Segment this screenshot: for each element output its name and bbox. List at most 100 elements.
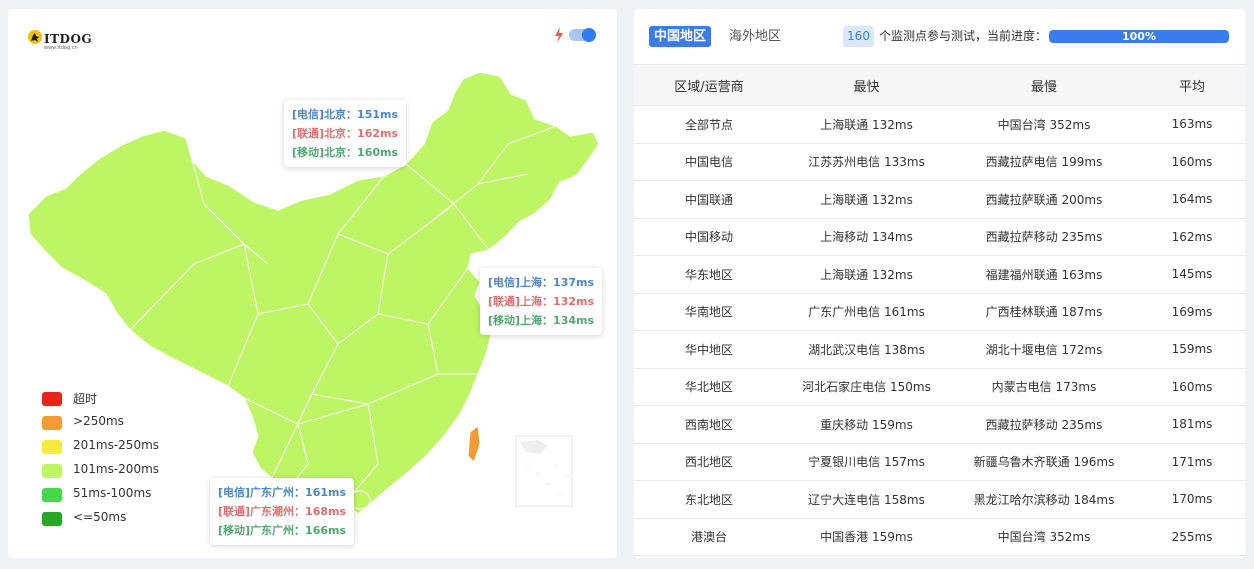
cell-average: 169ms — [1139, 293, 1245, 331]
legend-swatch — [42, 512, 62, 526]
cell-region: 中国联通 — [634, 180, 784, 219]
tooltip-shanghai: [电信]上海：137ms [联通]上海：132ms [移动]上海：134ms — [480, 268, 603, 335]
cell-fastest: 宁夏银川电信 157ms — [784, 443, 949, 481]
map-taiwan — [467, 425, 481, 463]
cell-slowest: 西藏拉萨联通 200ms — [949, 180, 1139, 219]
toggle-knob — [582, 28, 596, 42]
cell-fastest: 广东广州电信 161ms — [784, 293, 949, 331]
cell-average: 181ms — [1139, 405, 1245, 444]
progress-label: 100% — [1122, 30, 1156, 43]
cell-region: 全部节点 — [634, 105, 784, 144]
results-table: 区域/运营商 最快 最慢 平均 全部节点 上海联通 132ms 中国台湾 352ms… — [634, 64, 1245, 556]
cell-slowest: 广西桂林联通 187ms — [949, 293, 1139, 331]
tooltip-telecom: [电信]北京：151ms — [292, 108, 399, 121]
tooltip-guangzhou: [电信]广东广州：161ms [联通]广东潮州：168ms [移动]广东广州：1… — [210, 478, 355, 545]
legend-label: 51ms-100ms — [73, 486, 152, 500]
cell-region: 西北地区 — [634, 443, 784, 481]
cell-region: 华北地区 — [634, 368, 784, 406]
table-row: 中国联通 上海联通 132ms 西藏拉萨联通 200ms 164ms — [634, 180, 1245, 219]
cell-slowest: 内蒙古电信 173ms — [949, 368, 1139, 406]
cell-average: 171ms — [1139, 443, 1245, 481]
cell-average: 162ms — [1139, 218, 1245, 256]
table-row: 西北地区 宁夏银川电信 157ms 新疆乌鲁木齐联通 196ms 171ms — [634, 443, 1245, 481]
tab-overseas[interactable]: 海外地区 — [729, 26, 781, 47]
legend-label: 101ms-200ms — [73, 462, 160, 476]
header-region[interactable]: 区域/运营商 — [634, 64, 784, 106]
table-row: 华南地区 广东广州电信 161ms 广西桂林联通 187ms 169ms — [634, 293, 1245, 331]
cell-slowest: 湖北十堰电信 172ms — [949, 330, 1139, 369]
cell-average: 170ms — [1139, 480, 1245, 519]
tooltip-unicom: [联通]北京：162ms — [292, 127, 399, 140]
results-panel: 中国地区 海外地区 160 个监测点参与测试，当前进度： 100% 区域/运营商… — [634, 9, 1245, 558]
monitor-count-text: 个监测点参与测试，当前进度： — [879, 29, 1048, 43]
cell-region: 中国移动 — [634, 218, 784, 256]
header-average[interactable]: 平均 — [1139, 64, 1245, 106]
cell-fastest: 上海联通 132ms — [784, 105, 949, 144]
flash-icon[interactable] — [554, 27, 564, 43]
cell-fastest: 中国香港 159ms — [784, 518, 949, 556]
animation-toggle[interactable] — [569, 28, 596, 42]
tab-china[interactable]: 中国地区 — [649, 26, 712, 47]
cell-region: 西南地区 — [634, 405, 784, 444]
legend-label: <=50ms — [73, 510, 127, 524]
cell-region: 东北地区 — [634, 480, 784, 519]
legend-swatch — [42, 416, 62, 430]
cell-fastest: 湖北武汉电信 138ms — [784, 330, 949, 369]
map-panel: ITDOG www.itdog.cn [电信]北京：151ms [联通]北京：1… — [8, 9, 617, 558]
cell-fastest: 河北石家庄电信 150ms — [784, 368, 949, 406]
cell-region: 华南地区 — [634, 293, 784, 331]
region-tabs: 中国地区 海外地区 160 个监测点参与测试，当前进度： 100% — [634, 9, 1245, 63]
cell-average: 160ms — [1139, 143, 1245, 181]
cell-slowest: 中国台湾 352ms — [949, 518, 1139, 556]
table-row: 中国移动 上海移动 134ms 西藏拉萨移动 235ms 162ms — [634, 218, 1245, 256]
table-header-row: 区域/运营商 最快 最慢 平均 — [634, 64, 1245, 106]
legend-label: >250ms — [73, 414, 124, 428]
table-row: 华中地区 湖北武汉电信 138ms 湖北十堰电信 172ms 159ms — [634, 330, 1245, 369]
table-row: 全部节点 上海联通 132ms 中国台湾 352ms 163ms — [634, 105, 1245, 144]
cell-fastest: 辽宁大连电信 158ms — [784, 480, 949, 519]
cell-region: 华中地区 — [634, 330, 784, 369]
tooltip-telecom: [电信]上海：137ms — [488, 276, 595, 289]
cell-slowest: 黑龙江哈尔滨移动 184ms — [949, 480, 1139, 519]
cell-region: 中国电信 — [634, 143, 784, 181]
cell-slowest: 西藏拉萨电信 199ms — [949, 143, 1139, 181]
table-row: 中国电信 江苏苏州电信 133ms 西藏拉萨电信 199ms 160ms — [634, 143, 1245, 181]
cell-fastest: 上海联通 132ms — [784, 180, 949, 219]
cell-fastest: 上海联通 132ms — [784, 255, 949, 294]
progress-bar: 100% — [1049, 30, 1229, 43]
tooltip-telecom: [电信]广东广州：161ms — [218, 486, 347, 499]
tooltip-mobile: [移动]上海：134ms — [488, 314, 595, 327]
table-row: 西南地区 重庆移动 159ms 西藏拉萨移动 235ms 181ms — [634, 405, 1245, 444]
table-row: 华北地区 河北石家庄电信 150ms 内蒙古电信 173ms 160ms — [634, 368, 1245, 406]
header-fastest[interactable]: 最快 — [784, 64, 949, 106]
logo-url: www.itdog.cn — [44, 45, 78, 51]
cell-slowest: 中国台湾 352ms — [949, 105, 1139, 144]
legend-swatch — [42, 464, 62, 478]
cell-fastest: 上海移动 134ms — [784, 218, 949, 256]
cell-average: 160ms — [1139, 368, 1245, 406]
legend-swatch — [42, 440, 62, 454]
cell-fastest: 江苏苏州电信 133ms — [784, 143, 949, 181]
monitor-count-badge: 160 — [843, 26, 874, 47]
header-slowest[interactable]: 最慢 — [949, 64, 1139, 106]
cell-average: 164ms — [1139, 180, 1245, 219]
tooltip-mobile: [移动]广东广州：166ms — [218, 524, 347, 537]
cell-average: 145ms — [1139, 255, 1245, 294]
logo-text: ITDOG — [44, 32, 93, 46]
cell-fastest: 重庆移动 159ms — [784, 405, 949, 444]
cell-slowest: 西藏拉萨移动 235ms — [949, 218, 1139, 256]
tooltip-unicom: [联通]广东潮州：168ms — [218, 505, 347, 518]
legend-label: 201ms-250ms — [73, 438, 160, 452]
cell-slowest: 新疆乌鲁木齐联通 196ms — [949, 443, 1139, 481]
dog-logo-icon — [28, 30, 42, 44]
cell-average: 163ms — [1139, 105, 1245, 144]
legend-label: 超时 — [73, 392, 98, 406]
cell-region: 港澳台 — [634, 518, 784, 556]
table-row: 港澳台 中国香港 159ms 中国台湾 352ms 255ms — [634, 518, 1245, 556]
tooltip-mobile: [移动]北京：160ms — [292, 146, 399, 159]
cell-region: 华东地区 — [634, 255, 784, 294]
cell-average: 159ms — [1139, 330, 1245, 369]
table-row: 华东地区 上海联通 132ms 福建福州联通 163ms 145ms — [634, 255, 1245, 294]
results-body: 全部节点 上海联通 132ms 中国台湾 352ms 163ms 中国电信 江苏苏州电信 … — [634, 105, 1245, 556]
table-row: 东北地区 辽宁大连电信 158ms 黑龙江哈尔滨移动 184ms 170ms — [634, 480, 1245, 519]
